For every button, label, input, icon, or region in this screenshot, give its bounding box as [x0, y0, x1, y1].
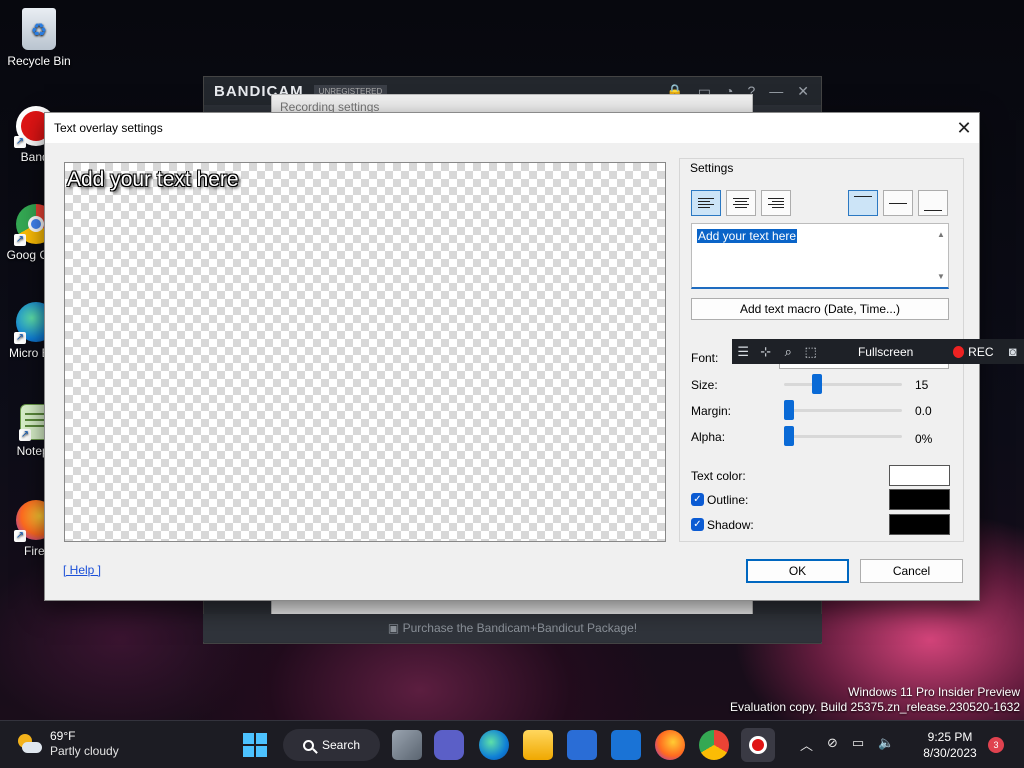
task-view-icon[interactable] [392, 730, 422, 760]
ok-button[interactable]: OK [746, 559, 849, 583]
capture-mode-label[interactable]: Fullscreen [858, 345, 933, 359]
margin-label: Margin: [691, 404, 732, 418]
purchase-text: Purchase the Bandicam+Bandicut Package! [402, 621, 638, 635]
shortcut-arrow-icon: ↗ [19, 429, 31, 441]
align-right-button[interactable] [761, 190, 791, 216]
search-icon [303, 739, 314, 751]
taskbar-search[interactable]: Search [283, 729, 380, 761]
help-link[interactable]: [ Help ] [63, 563, 101, 577]
weather-condition: Partly cloudy [50, 744, 119, 758]
recording-toolbar: ☰ ⊹ ⌕ ⬚ Fullscreen REC ◙ [732, 339, 1024, 364]
weather-temperature: 69°F [50, 729, 76, 743]
rec-button-label[interactable]: REC [968, 345, 993, 359]
shortcut-arrow-icon: ↗ [14, 332, 26, 344]
alpha-value: 0% [915, 432, 933, 446]
weather-widget[interactable]: 69°F Partly cloudy [16, 729, 119, 759]
system-tray: ︿ ⊘ ▭ 🔈 [800, 735, 894, 754]
network-off-icon[interactable]: ⊘ [827, 735, 838, 754]
size-value: 15 [915, 378, 929, 392]
select-area-icon[interactable]: ⬚ [799, 344, 821, 360]
zoom-area-icon[interactable]: ⌕ [777, 344, 799, 360]
mail-icon[interactable] [611, 730, 641, 760]
edge-taskbar-icon[interactable] [479, 730, 509, 760]
clock-date: 8/30/2023 [923, 746, 977, 760]
bandicam-taskbar-icon[interactable] [741, 728, 775, 762]
alpha-slider-thumb[interactable] [784, 426, 794, 446]
align-center-button[interactable] [726, 190, 756, 216]
text-color-swatch[interactable] [889, 465, 950, 486]
desktop-icon-label: Recycle Bin [7, 54, 71, 68]
shadow-checkbox[interactable]: ✓ [691, 518, 704, 531]
alpha-slider-track[interactable] [784, 435, 902, 438]
firefox-taskbar-icon[interactable] [655, 730, 685, 760]
chrome-taskbar-icon[interactable] [699, 730, 729, 760]
volume-icon[interactable]: 🔈 [878, 735, 894, 754]
overlay-text-value: Add your text here [697, 229, 798, 243]
outline-label: Outline: [707, 493, 749, 507]
svg-text:♻: ♻ [31, 20, 47, 40]
watermark-line2: Evaluation copy. Build 25375.zn_release.… [730, 700, 1020, 714]
record-dot-icon[interactable] [952, 345, 965, 358]
purchase-banner[interactable]: ▣ Purchase the Bandicam+Bandicut Package… [203, 614, 822, 642]
valign-top-button[interactable] [848, 190, 878, 216]
valign-bottom-button[interactable] [918, 190, 948, 216]
margin-value: 0.0 [915, 404, 932, 418]
search-label: Search [322, 738, 361, 752]
scroll-up-icon[interactable]: ▲ [936, 228, 946, 242]
file-explorer-icon[interactable] [523, 730, 553, 760]
windows-watermark: Windows 11 Pro Insider Preview Evaluatio… [730, 685, 1020, 715]
minimize-icon[interactable]: — [769, 83, 783, 100]
taskbar: 69°F Partly cloudy Search ︿ ⊘ ▭ 🔈 9:25 P… [0, 720, 1024, 768]
watermark-line1: Windows 11 Pro Insider Preview [848, 685, 1020, 699]
size-slider-thumb[interactable] [812, 374, 822, 394]
partly-cloudy-icon [16, 733, 42, 755]
preview-text: Add your text here [67, 168, 239, 191]
close-icon[interactable]: ✕ [797, 83, 809, 100]
chevron-up-icon[interactable]: ︿ [800, 735, 813, 754]
notification-badge[interactable]: 3 [988, 737, 1004, 753]
display-icon[interactable]: ▭ [852, 735, 864, 754]
resize-icon[interactable]: ⊹ [754, 344, 776, 360]
shadow-label: Shadow: [707, 518, 754, 532]
font-label: Font: [691, 351, 719, 365]
shadow-color-swatch[interactable] [889, 514, 950, 535]
dialog-titlebar: Text overlay settings ✕ [45, 113, 979, 143]
menu-icon[interactable]: ☰ [732, 344, 754, 360]
settings-legend: Settings [687, 161, 737, 175]
clock-time: 9:25 PM [927, 730, 973, 744]
shortcut-arrow-icon: ↗ [14, 136, 26, 148]
size-label: Size: [691, 378, 718, 392]
recycle-bin-icon: ♻ [22, 8, 56, 50]
outline-checkbox[interactable]: ✓ [691, 493, 704, 506]
overlay-text-input[interactable]: Add your text here ▲ ▼ [691, 223, 949, 289]
alpha-label: Alpha: [691, 430, 726, 444]
close-icon[interactable]: ✕ [949, 113, 979, 143]
valign-middle-button[interactable] [883, 190, 913, 216]
align-left-button[interactable] [691, 190, 721, 216]
shortcut-arrow-icon: ↗ [14, 234, 26, 246]
store-icon[interactable] [567, 730, 597, 760]
size-slider-track[interactable] [784, 383, 902, 386]
cancel-button[interactable]: Cancel [860, 559, 963, 583]
scroll-down-icon[interactable]: ▼ [936, 270, 946, 284]
start-button[interactable] [243, 733, 267, 757]
dialog-title: Text overlay settings [54, 121, 163, 135]
shortcut-arrow-icon: ↗ [14, 530, 26, 542]
camera-icon[interactable]: ◙ [1002, 344, 1024, 359]
outline-color-swatch[interactable] [889, 489, 950, 510]
chat-icon: ▣ [387, 621, 403, 635]
editor-scrollbar[interactable]: ▲ ▼ [936, 228, 946, 284]
teams-chat-icon[interactable] [434, 730, 464, 760]
text-preview-canvas: Add your text here [64, 162, 666, 542]
taskbar-clock[interactable]: 9:25 PM 8/30/2023 [920, 729, 980, 761]
add-text-macro-button[interactable]: Add text macro (Date, Time...) [691, 298, 949, 320]
margin-slider-thumb[interactable] [784, 400, 794, 420]
desktop-icon-recycle-bin[interactable]: ♻ Recycle Bin [3, 8, 75, 68]
margin-slider-track[interactable] [784, 409, 902, 412]
text-color-label: Text color: [691, 469, 746, 483]
